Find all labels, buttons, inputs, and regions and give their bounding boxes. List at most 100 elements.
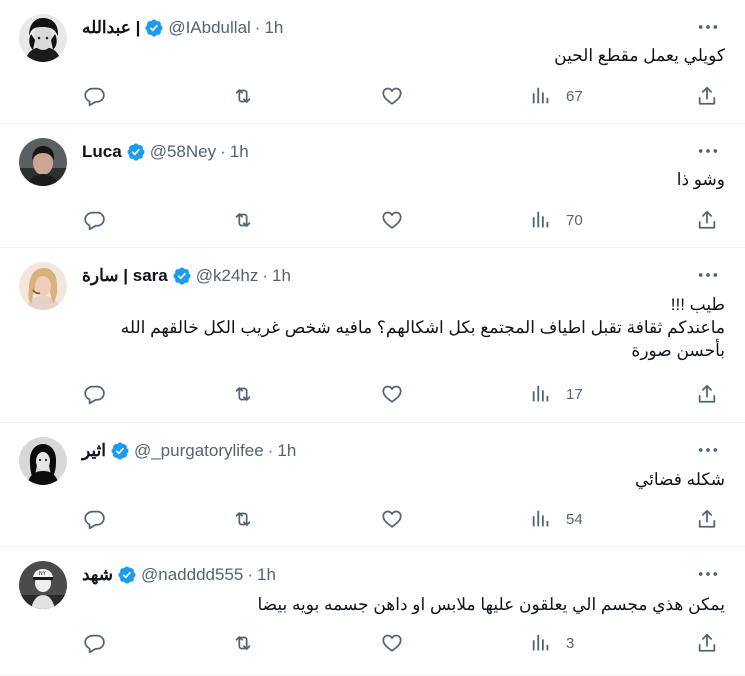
retweet-button[interactable] [232,382,254,406]
reply-button[interactable] [84,631,106,655]
avatar[interactable] [19,138,67,186]
avatar[interactable]: NY [19,561,67,609]
user-handle[interactable]: @nadddd555 [141,565,243,585]
tweet-header: Luca @58Ney · 1h [82,140,249,164]
reply-icon [84,634,105,654]
share-button[interactable] [696,382,718,406]
retweet-icon [235,387,251,401]
reply-icon [84,87,105,107]
avatar[interactable] [19,14,67,62]
retweet-button[interactable] [232,208,254,232]
like-icon [382,211,402,229]
verified-badge-icon [144,18,164,38]
tweet-header: اثير @_purgatorylifee · 1h [82,439,296,463]
verified-badge-icon [126,142,146,162]
verified-badge-icon [117,565,137,585]
views-button[interactable]: 70 [530,208,583,232]
retweet-icon [235,89,251,103]
tweet-header: عبدالله | @IAbdullal · 1h [82,16,283,40]
retweet-icon [235,213,251,227]
avatar[interactable] [19,437,67,485]
views-icon [532,510,549,527]
reply-button[interactable] [84,507,106,531]
views-button[interactable]: 3 [530,631,574,655]
svg-text:NY: NY [39,571,47,577]
like-button[interactable] [381,84,403,108]
timestamp[interactable]: 1h [277,441,296,461]
display-name[interactable]: اثير [82,441,106,461]
reply-icon [84,385,105,405]
retweet-button[interactable] [232,631,254,655]
reply-button[interactable] [84,382,106,406]
share-button[interactable] [696,507,718,531]
more-icon[interactable] [695,266,721,284]
views-count: 67 [566,87,583,105]
views-icon [532,211,549,228]
retweet-icon [235,636,251,650]
display-name[interactable]: Luca [82,142,122,162]
timestamp[interactable]: 1h [272,266,291,286]
share-icon [698,86,716,105]
display-name[interactable]: شهد [82,565,113,585]
views-button[interactable]: 67 [530,84,583,108]
tweet[interactable]: Luca @58Ney · 1h وشو ذا 70 [0,124,745,248]
separator-dot: · [254,18,261,37]
timestamp[interactable]: 1h [230,142,249,162]
like-icon [382,385,402,403]
action-bar: 54 [0,507,745,531]
retweet-button[interactable] [232,84,254,108]
user-handle[interactable]: @IAbdullal [168,18,250,38]
like-icon [382,634,402,652]
tweet[interactable]: سارة | sara @k24hz · 1h طيب !!! ماعندكم … [0,248,745,423]
tweet[interactable]: اثير @_purgatorylifee · 1h شكله فضائي 54 [0,423,745,547]
display-name[interactable]: عبدالله | [82,18,140,38]
views-button[interactable]: 54 [530,507,583,531]
timestamp[interactable]: 1h [257,565,276,585]
reply-feed: عبدالله | @IAbdullal · 1h كويلي يعمل مقط… [0,0,745,676]
tweet-text: وشو ذا [676,170,725,189]
tweet[interactable]: NY شهد @nadddd555 · 1h يمكن هذي مجسم الي… [0,547,745,676]
views-count: 70 [566,211,583,229]
avatar[interactable] [19,262,67,310]
tweet[interactable]: عبدالله | @IAbdullal · 1h كويلي يعمل مقط… [0,0,745,124]
reply-icon [84,510,105,530]
views-icon [532,87,549,104]
like-button[interactable] [381,208,403,232]
like-icon [382,510,402,528]
verified-badge-icon [172,266,192,286]
tweet-header: سارة | sara @k24hz · 1h [82,264,291,288]
display-name[interactable]: سارة | sara [82,266,168,286]
views-button[interactable]: 17 [530,382,583,406]
like-button[interactable] [381,631,403,655]
like-button[interactable] [381,382,403,406]
like-button[interactable] [381,507,403,531]
share-button[interactable] [696,208,718,232]
tweet-text: كويلي يعمل مقطع الحين [554,46,725,65]
like-icon [382,87,402,105]
tweet-text: شكله فضائي [634,470,725,489]
user-handle[interactable]: @_purgatorylifee [134,441,264,461]
reply-button[interactable] [84,84,106,108]
more-icon[interactable] [695,441,721,459]
separator-dot: · [262,266,269,285]
views-count: 17 [566,385,583,403]
action-bar: 70 [0,208,745,232]
tweet-text: طيب !!! ماعندكم ثقافة تقبل اطياف المجتمع… [120,295,725,360]
action-bar: 3 [0,631,745,655]
timestamp[interactable]: 1h [264,18,283,38]
views-count: 54 [566,510,583,528]
reply-button[interactable] [84,208,106,232]
separator-dot: · [267,441,274,460]
tweet-header: شهد @nadddd555 · 1h [82,563,276,587]
share-button[interactable] [696,84,718,108]
user-handle[interactable]: @58Ney [150,142,216,162]
user-handle[interactable]: @k24hz [196,266,259,286]
share-button[interactable] [696,631,718,655]
share-icon [698,384,716,403]
more-icon[interactable] [695,18,721,36]
more-icon[interactable] [695,142,721,160]
more-icon[interactable] [695,565,721,583]
reply-icon [84,211,105,231]
views-icon [532,385,549,402]
retweet-button[interactable] [232,507,254,531]
